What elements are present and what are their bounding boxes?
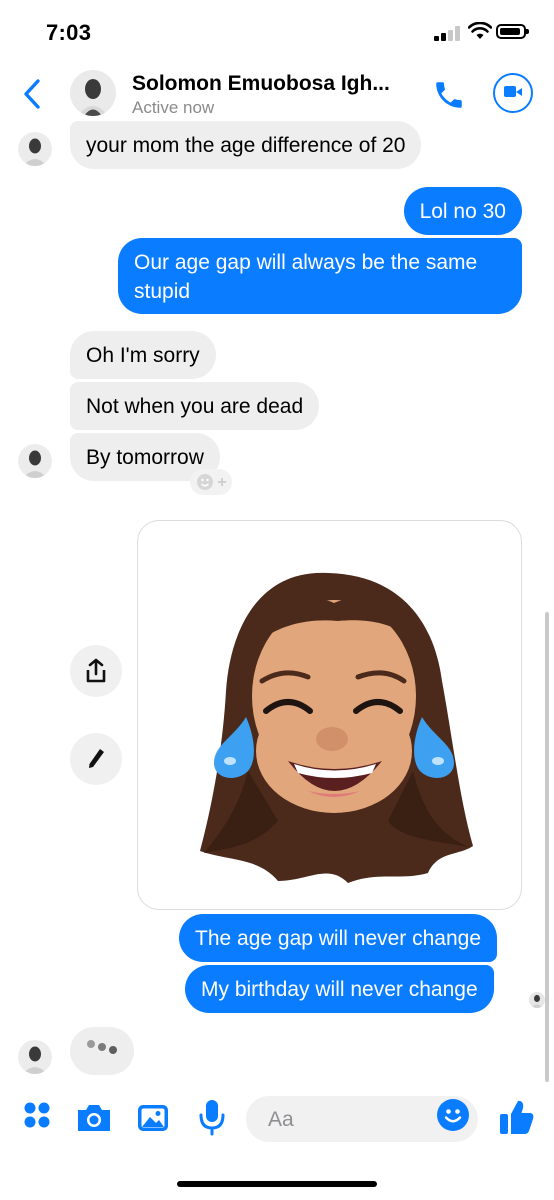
add-reaction-icon[interactable] [190, 469, 232, 495]
wifi-icon [468, 22, 492, 39]
composer-bar: Aa [0, 1090, 554, 1150]
status-time: 7:03 [46, 20, 92, 45]
message-text: stupid [134, 280, 191, 303]
phone-icon[interactable] [432, 78, 466, 112]
message-text: Lol no 30 [419, 200, 506, 223]
four-dots-icon[interactable] [22, 1100, 52, 1130]
share-icon [86, 658, 106, 683]
thumbs-up-icon[interactable] [498, 1098, 534, 1136]
status-bar: 7:03 [0, 0, 554, 64]
incoming-message[interactable]: Not when you are dead [70, 382, 320, 430]
laughing-crying-memoji-icon [200, 572, 473, 883]
signal-icon [434, 25, 462, 41]
edit-button[interactable] [70, 733, 122, 785]
message-text: My birthday will never change [201, 978, 478, 1001]
typing-indicator [70, 1027, 134, 1075]
battery-icon [496, 24, 529, 39]
message-input-placeholder: Aa [268, 1108, 294, 1131]
sender-avatar [18, 444, 52, 478]
sender-avatar [18, 132, 52, 166]
conversation-header: Solomon Emuobosa Igh... Active now [0, 64, 554, 126]
scrollbar[interactable] [545, 612, 549, 1082]
video-call-button[interactable] [493, 73, 533, 113]
photo-icon[interactable] [136, 1103, 170, 1133]
pencil-icon [89, 749, 104, 768]
microphone-icon[interactable] [198, 1098, 226, 1136]
message-text: your mom the age difference of 20 [86, 134, 406, 157]
seen-receipt-avatar [529, 992, 545, 1008]
chevron-left-icon[interactable] [22, 78, 42, 110]
smiley-icon[interactable] [437, 1099, 469, 1131]
message-text: Not when you are dead [86, 395, 304, 418]
video-camera-icon [504, 86, 522, 97]
contact-status: Active now [132, 98, 215, 117]
sender-avatar [18, 1040, 52, 1074]
contact-avatar[interactable] [70, 70, 116, 116]
incoming-message[interactable]: Oh I'm sorry [70, 331, 216, 379]
message-text: Our age gap will always be the same [134, 251, 478, 274]
memoji-sticker[interactable] [137, 520, 522, 910]
outgoing-message[interactable]: Our age gap will always be the same stup… [118, 238, 522, 314]
incoming-message[interactable]: your mom the age difference of 20 [70, 121, 422, 169]
home-indicator[interactable] [177, 1181, 377, 1187]
contact-name[interactable]: Solomon Emuobosa Igh... [132, 72, 390, 96]
camera-icon[interactable] [75, 1102, 113, 1134]
outgoing-message[interactable]: Lol no 30 [403, 187, 522, 235]
outgoing-message[interactable]: The age gap will never change [179, 914, 498, 962]
share-button[interactable] [70, 645, 122, 697]
message-text: Oh I'm sorry [86, 344, 200, 367]
message-text: The age gap will never change [195, 927, 482, 950]
message-text: By tomorrow [86, 446, 204, 469]
outgoing-message[interactable]: My birthday will never change [185, 965, 494, 1013]
